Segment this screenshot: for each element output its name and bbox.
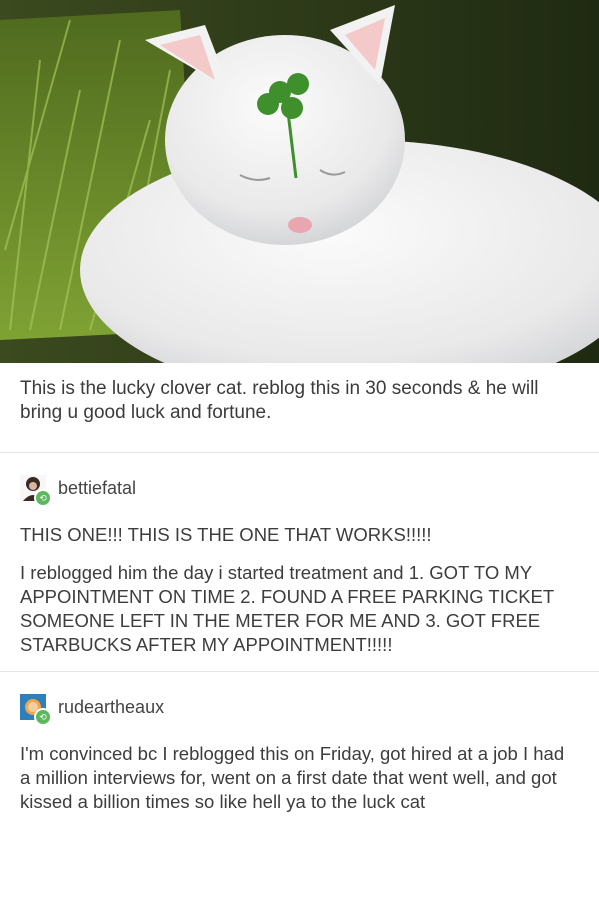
- divider: [0, 671, 599, 672]
- cat-image: [0, 0, 599, 363]
- paragraph: I reblogged him the day i started treatm…: [20, 562, 554, 655]
- user-row: ⟲ bettiefatal: [20, 467, 579, 509]
- divider: [0, 452, 599, 453]
- post-caption: This is the lucky clover cat. reblog thi…: [20, 378, 539, 423]
- paragraph: I'm convinced bc I reblogged this on Fri…: [20, 743, 565, 812]
- post-text: I'm convinced bc I reblogged this on Fri…: [20, 742, 579, 814]
- avatar[interactable]: ⟲: [20, 694, 52, 726]
- reblog-entry: ⟲ bettiefatal THIS ONE!!! THIS IS THE ON…: [0, 467, 599, 657]
- paragraph: THIS ONE!!! THIS IS THE ONE THAT WORKS!!…: [20, 524, 432, 545]
- reblog-entry: ⟲ rudeartheaux I'm convinced bc I reblog…: [0, 686, 599, 814]
- username[interactable]: bettiefatal: [58, 478, 136, 499]
- reblog-icon: ⟲: [34, 708, 52, 726]
- username[interactable]: rudeartheaux: [58, 697, 164, 718]
- avatar[interactable]: ⟲: [20, 475, 52, 507]
- post-text: THIS ONE!!! THIS IS THE ONE THAT WORKS!!…: [20, 523, 579, 657]
- cat-photo: [0, 0, 599, 363]
- user-row: ⟲ rudeartheaux: [20, 686, 579, 728]
- reblog-icon: ⟲: [34, 489, 52, 507]
